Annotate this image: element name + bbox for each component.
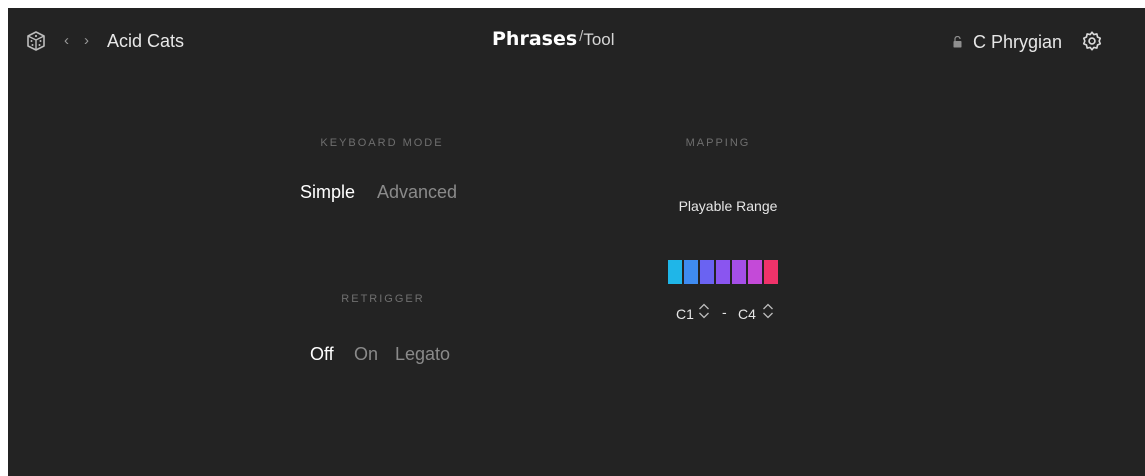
lock-icon[interactable] xyxy=(953,36,962,48)
range-high-stepper-icon[interactable] xyxy=(762,302,774,320)
brand-sub-text: Tool xyxy=(583,30,615,49)
keyboard-range-strip[interactable] xyxy=(668,260,782,284)
app-window: ‹ › Acid Cats Phrases/Tool C Phrygian KE… xyxy=(8,8,1145,476)
keyboard-mode-title: KEYBOARD MODE xyxy=(320,137,444,149)
chevron-left-icon[interactable]: ‹ xyxy=(64,32,69,50)
dice-icon[interactable] xyxy=(26,31,46,51)
range-separator: - xyxy=(722,304,727,320)
range-key[interactable] xyxy=(700,260,714,284)
mapping-title: MAPPING xyxy=(685,137,751,149)
gear-icon[interactable] xyxy=(1081,30,1103,52)
range-high-value[interactable]: C4 xyxy=(738,306,756,322)
retrigger-option-on[interactable]: On xyxy=(354,343,378,365)
keyboard-mode-option-simple[interactable]: Simple xyxy=(300,181,355,203)
brand-logo: Phrases/Tool xyxy=(492,28,615,56)
brand-main-text: Phrases xyxy=(492,28,578,50)
range-key[interactable] xyxy=(748,260,762,284)
range-low-value[interactable]: C1 xyxy=(676,306,694,322)
chevron-right-icon[interactable]: › xyxy=(84,32,89,50)
retrigger-option-legato[interactable]: Legato xyxy=(395,343,450,365)
range-key[interactable] xyxy=(764,260,778,284)
range-key[interactable] xyxy=(716,260,730,284)
preset-name[interactable]: Acid Cats xyxy=(107,30,184,52)
retrigger-option-off[interactable]: Off xyxy=(310,343,334,365)
playable-range-label: Playable Range xyxy=(678,198,778,214)
retrigger-title: RETRIGGER xyxy=(341,293,425,305)
keyboard-mode-option-advanced[interactable]: Advanced xyxy=(377,181,457,203)
range-low-stepper-icon[interactable] xyxy=(698,302,710,320)
header-bar: ‹ › Acid Cats Phrases/Tool C Phrygian xyxy=(8,8,1145,76)
brand-slash: / xyxy=(579,28,584,45)
range-key[interactable] xyxy=(668,260,682,284)
range-key[interactable] xyxy=(732,260,746,284)
scale-selector[interactable]: C Phrygian xyxy=(973,31,1062,53)
range-key[interactable] xyxy=(684,260,698,284)
